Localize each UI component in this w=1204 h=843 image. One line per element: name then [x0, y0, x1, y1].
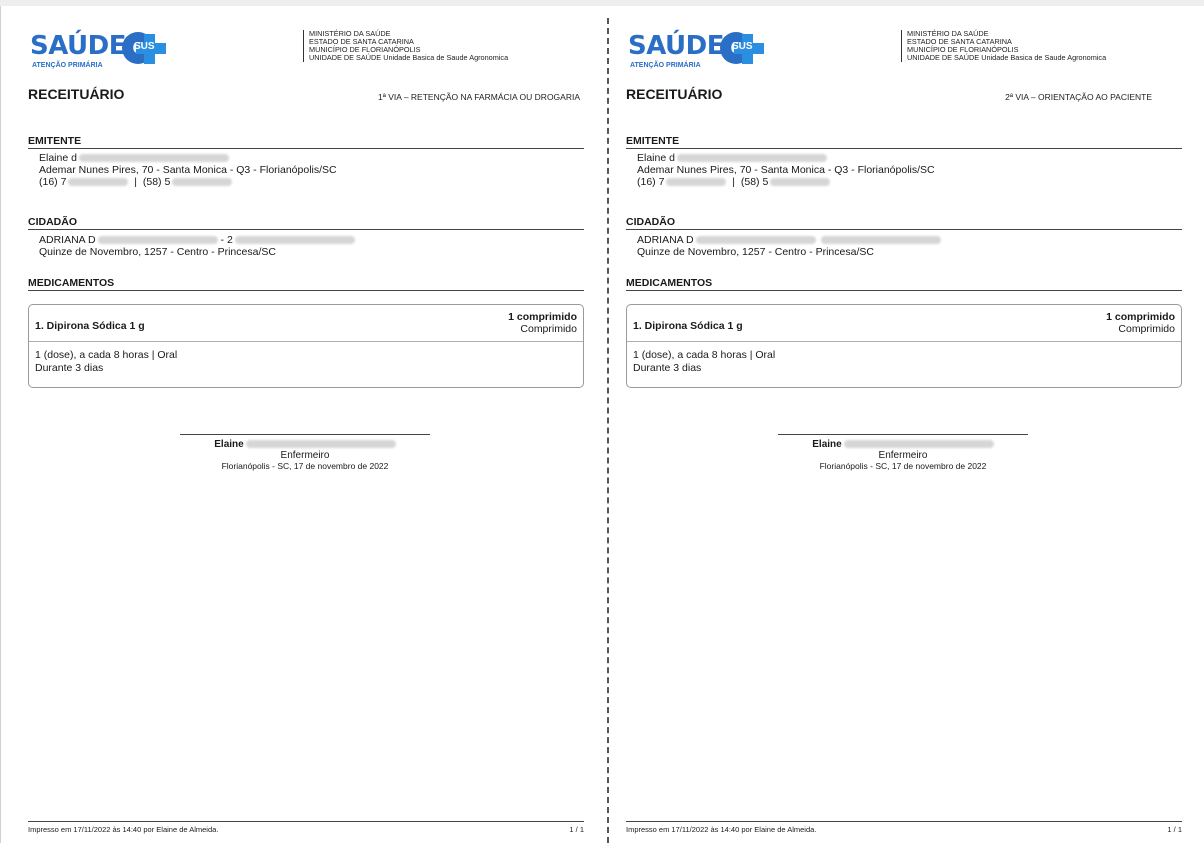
emitente-phone-2: (58) 5 — [142, 176, 171, 188]
redacted-text — [78, 154, 229, 163]
patient-name: ADRIANA D — [637, 234, 694, 246]
redacted-text — [234, 236, 355, 245]
section-heading-medicamentos: MEDICAMENTOS — [626, 277, 1182, 291]
redacted-text — [666, 178, 727, 187]
quantity-value: 1 comprimido — [1106, 311, 1175, 323]
medication-card: 1. Dipirona Sódica 1 g 1 comprimido Comp… — [626, 304, 1182, 388]
section-heading-emitente: EMITENTE — [28, 135, 584, 149]
phone-separator: | — [732, 176, 736, 188]
signature-place-date: Florianópolis - SC, 17 de novembro de 20… — [819, 461, 987, 471]
prescription-second-copy: SAÚDE e SUS ATENÇÃO PRIMÁRIA MINISTÉRIO … — [626, 18, 1188, 838]
prescription-first-copy: SAÚDE e SUS ATENÇÃO PRIMÁRIA MINISTÉRIO … — [28, 18, 590, 838]
redacted-text — [245, 440, 396, 449]
cidadao-details: ADRIANA D Quinze de Novembro, 1257 - Cen… — [637, 234, 941, 258]
logo-brand-text: SAÚDE — [30, 31, 127, 61]
patient-name: ADRIANA D — [39, 234, 96, 246]
viewer-left-border — [0, 6, 1, 843]
section-heading-medicamentos: MEDICAMENTOS — [28, 277, 584, 291]
document-title: RECEITUÁRIO — [28, 86, 125, 102]
logo-subtitle: ATENÇÃO PRIMÁRIA — [630, 62, 701, 69]
saude-esus-logo: SAÚDE e SUS ATENÇÃO PRIMÁRIA — [30, 32, 180, 76]
print-info: Impresso em 17/11/2022 às 14:40 por Elai… — [28, 825, 219, 834]
redacted-text — [770, 178, 831, 187]
institution-header: MINISTÉRIO DA SAÚDE ESTADO DE SANTA CATA… — [303, 30, 508, 62]
institution-header: MINISTÉRIO DA SAÚDE ESTADO DE SANTA CATA… — [901, 30, 1106, 62]
duration-line: Durante 3 dias — [35, 362, 104, 374]
signer-role: Enfermeiro — [280, 450, 330, 461]
logo-sus-text: SUS — [134, 41, 155, 52]
print-info: Impresso em 17/11/2022 às 14:40 por Elai… — [626, 825, 817, 834]
page-footer: Impresso em 17/11/2022 às 14:40 por Elai… — [28, 821, 584, 834]
emitente-phone-1: (16) 7 — [39, 176, 67, 188]
page-number: 1 / 1 — [1167, 825, 1182, 834]
emitente-details: Elaine d Ademar Nunes Pires, 70 - Santa … — [637, 152, 935, 188]
redacted-text — [97, 236, 218, 245]
redacted-text — [843, 440, 994, 449]
page-footer: Impresso em 17/11/2022 às 14:40 por Elai… — [626, 821, 1182, 834]
cut-line-divider — [607, 18, 609, 843]
emitente-name: Elaine d — [39, 152, 77, 164]
institution-line: UNIDADE DE SAÚDE Unidade Basica de Saude… — [907, 53, 1107, 62]
patient-id-prefix: - 2 — [220, 234, 233, 246]
section-heading-emitente: EMITENTE — [626, 135, 1182, 149]
emitente-address: Ademar Nunes Pires, 70 - Santa Monica - … — [637, 164, 935, 176]
logo-brand-text: SAÚDE — [628, 31, 725, 61]
duration-line: Durante 3 dias — [633, 362, 702, 374]
redacted-text — [695, 236, 816, 245]
medication-quantity: 1 comprimido Comprimido — [1106, 311, 1175, 335]
section-heading-cidadao: CIDADÃO — [28, 216, 584, 230]
emitente-details: Elaine d Ademar Nunes Pires, 70 - Santa … — [39, 152, 337, 188]
cidadao-details: ADRIANA D - 2 Quinze de Novembro, 1257 -… — [39, 234, 355, 258]
dose-line: 1 (dose), a cada 8 horas | Oral — [35, 349, 178, 361]
viewer-top-bar — [0, 0, 1204, 6]
medication-card: 1. Dipirona Sódica 1 g 1 comprimido Comp… — [28, 304, 584, 388]
patient-address: Quinze de Novembro, 1257 - Centro - Prin… — [39, 246, 276, 258]
signature-block: Elaine Enfermeiro Florianópolis - SC, 17… — [778, 434, 1028, 472]
card-divider — [29, 341, 583, 342]
redacted-text — [820, 236, 941, 245]
dosage-instructions: 1 (dose), a cada 8 horas | Oral Durante … — [35, 349, 177, 375]
emitente-phone-2: (58) 5 — [740, 176, 769, 188]
signer-name: Elaine — [214, 439, 244, 450]
quantity-value: 1 comprimido — [508, 311, 577, 323]
redacted-text — [172, 178, 233, 187]
quantity-unit: Comprimido — [520, 323, 577, 335]
page-number: 1 / 1 — [569, 825, 584, 834]
emitente-name: Elaine d — [637, 152, 675, 164]
medication-name: 1. Dipirona Sódica 1 g — [633, 320, 743, 332]
redacted-text — [676, 154, 827, 163]
dosage-instructions: 1 (dose), a cada 8 horas | Oral Durante … — [633, 349, 775, 375]
signature-place-date: Florianópolis - SC, 17 de novembro de 20… — [221, 461, 389, 471]
phone-separator: | — [134, 176, 138, 188]
logo-subtitle: ATENÇÃO PRIMÁRIA — [32, 62, 103, 69]
institution-line: UNIDADE DE SAÚDE Unidade Basica de Saude… — [309, 53, 509, 62]
signer-name: Elaine — [812, 439, 842, 450]
copy-label: 2ª VIA – ORIENTAÇÃO AO PACIENTE — [1005, 92, 1152, 102]
signature-block: Elaine Enfermeiro Florianópolis - SC, 17… — [180, 434, 430, 472]
dose-line: 1 (dose), a cada 8 horas | Oral — [633, 349, 776, 361]
redacted-text — [68, 178, 129, 187]
section-heading-cidadao: CIDADÃO — [626, 216, 1182, 230]
quantity-unit: Comprimido — [1118, 323, 1175, 335]
document-title: RECEITUÁRIO — [626, 86, 723, 102]
patient-address: Quinze de Novembro, 1257 - Centro - Prin… — [637, 246, 874, 258]
signer-role: Enfermeiro — [878, 450, 928, 461]
emitente-address: Ademar Nunes Pires, 70 - Santa Monica - … — [39, 164, 337, 176]
copy-label: 1ª VIA – RETENÇÃO NA FARMÁCIA OU DROGARI… — [378, 92, 580, 102]
card-divider — [627, 341, 1181, 342]
emitente-phone-1: (16) 7 — [637, 176, 665, 188]
saude-esus-logo: SAÚDE e SUS ATENÇÃO PRIMÁRIA — [628, 32, 778, 76]
logo-sus-text: SUS — [732, 41, 753, 52]
medication-name: 1. Dipirona Sódica 1 g — [35, 320, 145, 332]
medication-quantity: 1 comprimido Comprimido — [508, 311, 577, 335]
